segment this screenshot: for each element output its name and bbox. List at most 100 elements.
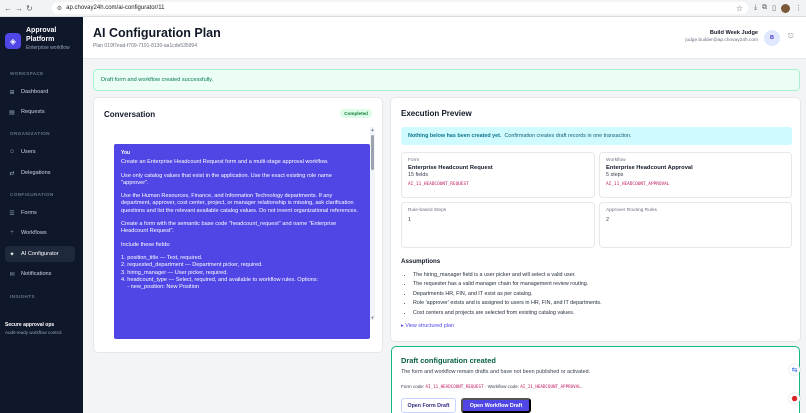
plan-id: Plan 019f7ead-f709-7191-8130-aa1cde53599… [93,43,197,49]
bookmark-star-icon[interactable]: ☆ [736,4,743,13]
success-alert: Draft form and workflow created successf… [93,69,800,91]
list-item: Departments HR, FIN, and IT exist as per… [413,290,602,299]
sidebar-item-label: Dashboard [21,89,49,95]
open-form-draft-button[interactable]: Open Form Draft [401,398,456,413]
form-detail: 15 fields [408,172,429,178]
main-content: AI Configuration Plan Plan 019f7ead-f709… [83,17,806,413]
view-plan-label: View structured plan [405,323,454,329]
download-icon[interactable]: ⤓ [754,4,757,12]
routing-rules-tile: Approver Routing Rules 2 [599,202,792,248]
user-message: You Create an Enterprise Headcount Reque… [114,144,370,339]
view-structured-plan-toggle[interactable]: ▸ View structured plan [401,323,454,329]
sidebar-footer: Secure approval ops Audit-ready workflow… [5,322,62,335]
sidebar-item-users[interactable]: ☺ Users [5,144,75,160]
sidebar-item-forms[interactable]: ☰ Forms [5,205,75,221]
address-bar[interactable]: ⚙ ap.chovay24h.com/ai-configurator/11 ☆ [51,2,749,14]
conversation-scrollbar[interactable]: ▲ ▼ [370,127,375,320]
message-sender: You [121,150,131,156]
list-item: Cost centers and projects are selected f… [413,309,602,318]
url-text[interactable]: ap.chovay24h.com/ai-configurator/11 [66,5,732,11]
browser-menu-icon[interactable]: ⋮ [795,4,802,12]
field-line: 3. hiring_manager — User picker, require… [121,269,228,276]
sidebar-item-workflows[interactable]: ⑂ Workflows [5,225,75,241]
info-text: Confirmation creates draft records in on… [504,133,632,139]
browser-nav: ← → ↻ [4,4,52,13]
user-info: Build Week Judge judge.builder@ap.chovay… [685,30,758,43]
sidebar-item-label: Workflows [21,230,47,236]
scroll-down-icon[interactable]: ▼ [370,315,375,320]
section-workspace: WORKSPACE [10,71,44,76]
footer-title: Secure approval ops [5,322,55,328]
brand-subtitle: Enterprise workflow [26,45,70,51]
list-item: Role 'approver' exists and is assigned t… [413,299,602,308]
avatar[interactable]: B [764,30,780,46]
tile-label: Workflow [606,158,626,163]
form-name: Enterprise Headcount Request [408,165,493,171]
dashboard-icon: ⊞ [9,89,15,96]
conversation-title: Conversation [104,110,156,119]
reload-icon[interactable]: ↻ [26,4,33,13]
execution-preview-card: Execution Preview Nothing below has been… [390,97,801,342]
workflow-detail: 5 steps [606,172,624,178]
draft-description: The form and workflow remain drafts and … [401,369,591,375]
sparkle-icon: ✦ [9,251,15,258]
workflow-code-label: · Workflow code: [484,384,519,389]
form-code: AI_11_HEADCOUNT_REQUEST [408,182,469,187]
draft-form-code: AI_11_HEADCOUNT_REQUEST [425,384,484,389]
workflow-icon: ⑂ [10,230,14,236]
back-icon[interactable]: ← [4,4,12,13]
draft-title: Draft configuration created [401,356,496,365]
status-badge: Completed [340,109,372,118]
draft-created-card: Draft configuration created The form and… [391,346,800,413]
form-tile: Form Enterprise Headcount Request 15 fie… [401,152,595,198]
sidebar-item-requests[interactable]: ▤ Requests [5,104,75,120]
message-paragraph: Create an Enterprise Headcount Request f… [121,159,329,166]
tile-label: Rule-based Steps [408,208,447,213]
routing-rules-value: 2 [606,217,609,223]
footer-subtitle: Audit-ready workflow control [5,330,62,335]
inbox-icon: ▤ [9,109,15,116]
site-info-icon[interactable]: ⚙ [57,5,62,12]
sidebar-item-label: Delegations [21,170,51,176]
sidebar-item-dashboard[interactable]: ⊞ Dashboard [5,84,75,100]
list-item: The hiring_manager field is a user picke… [413,271,602,280]
open-workflow-draft-button[interactable]: Open Workflow Draft [461,398,531,413]
sidebar-item-label: Requests [21,109,45,115]
field-line: - new_position: New Position [121,284,200,291]
brand: ◈ Approval Platform Enterprise workflow [0,17,83,51]
user-email: judge.builder@ap.chovay24h.com [685,38,758,43]
sidebar-item-label: AI Configurator [21,251,59,257]
conversation-card: Conversation Completed You Create an Ent… [93,97,383,353]
assumptions-list: The hiring_manager field is a user picke… [413,271,602,318]
field-line: 2. requested_department — Department pic… [121,262,263,269]
sidepanel-icon[interactable]: ▯ [772,4,776,12]
message-paragraph: Create a form with the semantic base cod… [121,221,337,235]
browser-tools: ⤓ ⧉ ▯ ⋮ [754,3,802,13]
scrollbar-thumb[interactable] [371,135,374,170]
field-line: 1. position_title — Text, required. [121,254,203,261]
profile-avatar[interactable] [781,3,790,13]
delegation-icon: ⇄ [9,170,15,177]
form-code-label: Form code: [401,384,425,389]
field-line: 4. headcount_type — Select, required, an… [121,276,319,283]
section-insights: INSIGHTS [10,294,35,299]
pdf-icon[interactable]: ⬣ [789,393,800,404]
extensions-icon[interactable]: ⧉ [762,4,767,12]
message-paragraph: Use only catalog values that exist in th… [121,172,332,186]
rule-steps-tile: Rule-based Steps 1 [401,202,595,248]
forward-icon[interactable]: → [15,4,23,13]
bell-icon: ✉ [9,271,15,278]
scroll-up-icon[interactable]: ▲ [370,127,375,132]
users-icon: ☺ [9,149,16,155]
workflow-tile: Workflow Enterprise Headcount Approval 5… [599,152,792,198]
sidebar-item-delegations[interactable]: ⇄ Delegations [5,165,75,181]
sidebar-item-label: Users [21,149,36,155]
user-name: Build Week Judge [709,30,758,36]
info-bold: Nothing below has been created yet. [408,133,502,139]
translate-icon[interactable]: ⇆ [789,364,800,375]
sidebar-item-notifications[interactable]: ✉ Notifications [5,266,75,282]
logout-icon[interactable]: ⎋ [788,33,794,41]
caret-right-icon: ▸ [401,323,404,329]
rule-steps-value: 1 [408,217,411,223]
sidebar-item-ai-configurator[interactable]: ✦ AI Configurator [5,246,75,262]
